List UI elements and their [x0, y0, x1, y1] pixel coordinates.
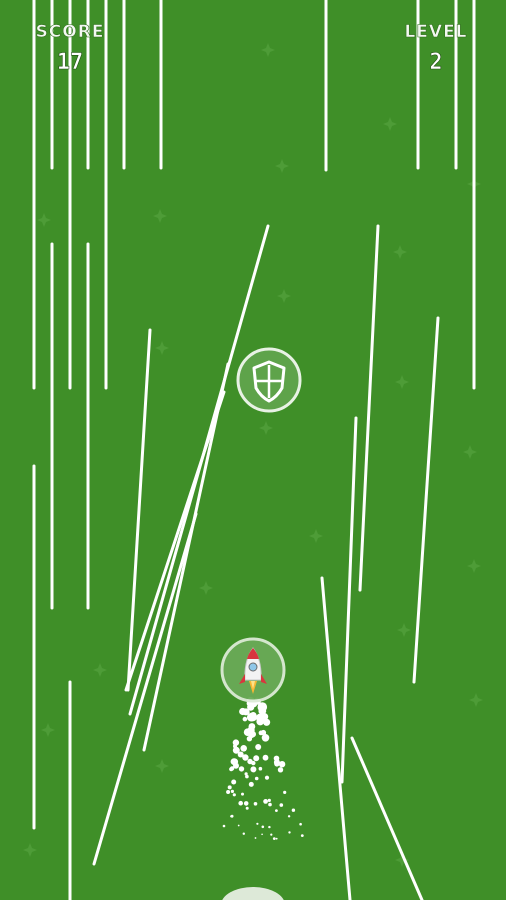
exhaust-particle — [262, 754, 269, 761]
level-display: LEVEL 2 — [398, 22, 474, 76]
sparkle — [153, 209, 167, 223]
speed-streak — [126, 328, 152, 692]
exhaust-particle — [273, 755, 280, 762]
game-scene — [23, 0, 483, 900]
exhaust-particle — [255, 744, 262, 750]
rocket-exhaust — [222, 697, 304, 840]
sparkle — [41, 723, 55, 737]
exhaust-particle — [245, 806, 249, 810]
exhaust-particle — [238, 766, 245, 772]
sparkle — [277, 289, 291, 303]
sparkle — [397, 623, 411, 637]
exhaust-particle — [232, 793, 236, 797]
speed-streak — [358, 224, 380, 592]
level-value: 2 — [429, 50, 443, 76]
sparkle — [395, 375, 409, 389]
background-sparkles — [23, 43, 483, 867]
exhaust-particle — [256, 822, 259, 825]
exhaust-particle — [270, 833, 273, 836]
exhaust-particle — [264, 775, 270, 780]
speed-streak — [350, 736, 424, 900]
score-value: 17 — [56, 50, 84, 76]
sparkle — [93, 663, 107, 677]
exhaust-particle — [226, 790, 231, 794]
exhaust-particle — [291, 808, 296, 812]
exhaust-particle — [242, 832, 245, 835]
exhaust-particle — [275, 837, 278, 840]
exhaust-particle — [272, 837, 276, 840]
exhaust-particle — [237, 824, 240, 827]
sparkle — [155, 341, 169, 355]
exhaust-particle — [248, 781, 254, 787]
exhaust-particle — [299, 822, 302, 826]
exhaust-particle — [263, 718, 271, 726]
exhaust-particle — [240, 745, 247, 752]
exhaust-particle — [230, 758, 238, 765]
speed-streak — [92, 512, 198, 866]
sparkle — [261, 43, 275, 57]
exhaust-particle — [227, 785, 232, 790]
exhaust-particle — [288, 831, 291, 834]
exhaust-particle — [254, 776, 259, 781]
exhaust-particle — [260, 729, 267, 736]
speed-streak — [412, 316, 440, 684]
exhaust-particle — [238, 800, 243, 806]
exhaust-particle — [230, 789, 234, 794]
exhaust-particle — [246, 736, 253, 742]
exhaust-particle — [268, 802, 272, 807]
sparkle — [259, 421, 273, 435]
speed-streak — [320, 576, 352, 900]
exhaust-particle — [230, 814, 234, 818]
exhaust-particle — [263, 799, 268, 804]
exhaust-particle — [261, 833, 263, 836]
sparkle — [309, 529, 323, 543]
exhaust-particle — [246, 713, 256, 722]
sparkle — [469, 693, 483, 707]
sparkle — [463, 445, 477, 459]
exhaust-particle — [247, 758, 253, 765]
exhaust-particle — [275, 809, 278, 812]
exhaust-particle — [237, 751, 244, 758]
sparkle — [467, 559, 481, 573]
exhaust-particle — [283, 790, 287, 795]
sparkle — [23, 843, 37, 857]
exhaust-particle — [254, 837, 257, 839]
exhaust-particle — [255, 713, 265, 722]
sparkle — [275, 159, 289, 173]
score-label: SCORE — [35, 22, 105, 43]
speed-streak — [340, 416, 358, 784]
sparkle — [393, 245, 407, 259]
exhaust-particle — [253, 755, 260, 762]
exhaust-particle — [258, 766, 263, 771]
exhaust-particle — [277, 767, 284, 773]
exhaust-particle — [248, 729, 254, 734]
exhaust-particle — [287, 815, 291, 818]
exhaust-particle — [268, 825, 271, 829]
shield-powerup[interactable] — [236, 347, 302, 413]
sparkle — [199, 581, 213, 595]
exhaust-particle — [253, 802, 258, 806]
player-rocket[interactable] — [220, 637, 286, 703]
exhaust-particle — [229, 766, 235, 771]
exhaust-particle — [300, 834, 304, 837]
exhaust-particle — [261, 825, 265, 829]
exhaust-particle — [244, 772, 248, 776]
sparkle — [155, 759, 169, 773]
incoming-bubble — [222, 887, 284, 900]
sparkle — [383, 117, 397, 131]
game-stage[interactable]: SCORE 17 LEVEL 2 — [0, 0, 506, 900]
exhaust-particle — [233, 744, 237, 749]
exhaust-particle — [267, 798, 271, 803]
level-label: LEVEL — [404, 22, 468, 43]
exhaust-particle — [243, 801, 249, 806]
exhaust-particle — [231, 779, 237, 785]
sparkle — [37, 213, 51, 227]
exhaust-particle — [222, 824, 226, 828]
exhaust-particle — [250, 766, 257, 773]
exhaust-particle — [242, 716, 248, 722]
speed-streak — [124, 390, 226, 692]
exhaust-particle — [241, 792, 244, 796]
exhaust-particle — [279, 803, 284, 807]
score-display: SCORE 17 — [32, 22, 108, 76]
